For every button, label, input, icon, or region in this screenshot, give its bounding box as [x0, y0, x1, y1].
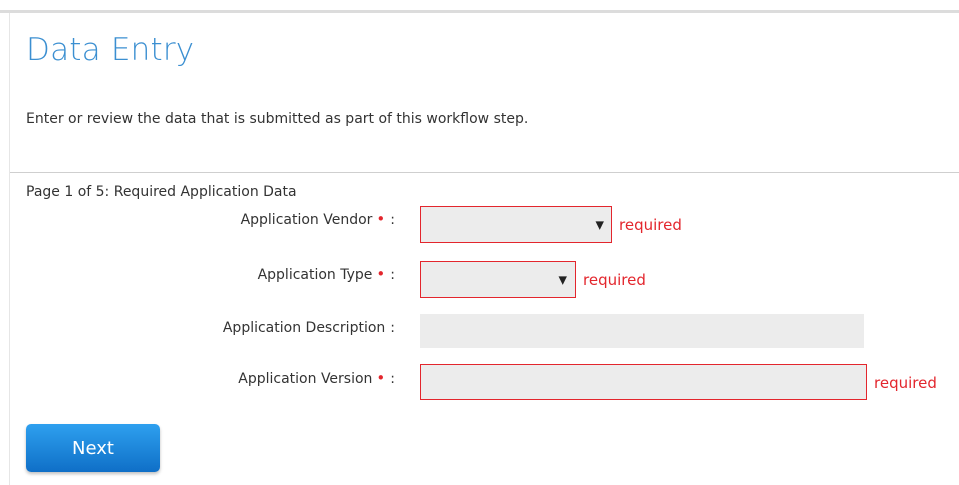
application-type-required-message: required [583, 271, 646, 289]
required-marker: • [376, 210, 386, 228]
application-version-label-text: Application Version [238, 371, 373, 387]
application-type-label-text: Application Type [257, 267, 373, 283]
label-colon: : [390, 267, 395, 283]
required-marker: • [376, 369, 386, 387]
top-border [0, 10, 959, 13]
left-border [9, 13, 10, 485]
section-divider [10, 172, 959, 173]
application-type-select[interactable]: ▼ [420, 261, 576, 298]
next-button[interactable]: Next [26, 424, 160, 472]
application-vendor-label: Application Vendor •: [241, 210, 395, 228]
page-title: Data Entry [26, 32, 195, 68]
application-description-label-text: Application Description [222, 320, 386, 336]
caret-down-icon: ▼ [558, 273, 567, 286]
application-description-label: Application Description: [223, 320, 395, 336]
application-vendor-required-message: required [619, 216, 682, 234]
application-type-label: Application Type •: [258, 265, 395, 283]
application-version-label: Application Version •: [238, 369, 395, 387]
application-description-input[interactable] [420, 314, 864, 348]
label-colon: : [390, 212, 395, 228]
application-version-input[interactable] [420, 364, 867, 400]
caret-down-icon: ▼ [595, 218, 604, 231]
page-indicator: Page 1 of 5: Required Application Data [26, 184, 297, 200]
label-colon: : [390, 371, 395, 387]
intro-text: Enter or review the data that is submitt… [26, 111, 529, 127]
label-colon: : [390, 320, 395, 336]
application-vendor-label-text: Application Vendor [240, 212, 373, 228]
application-vendor-select[interactable]: ▼ [420, 206, 612, 243]
application-version-required-message: required [874, 374, 937, 392]
required-marker: • [376, 265, 386, 283]
